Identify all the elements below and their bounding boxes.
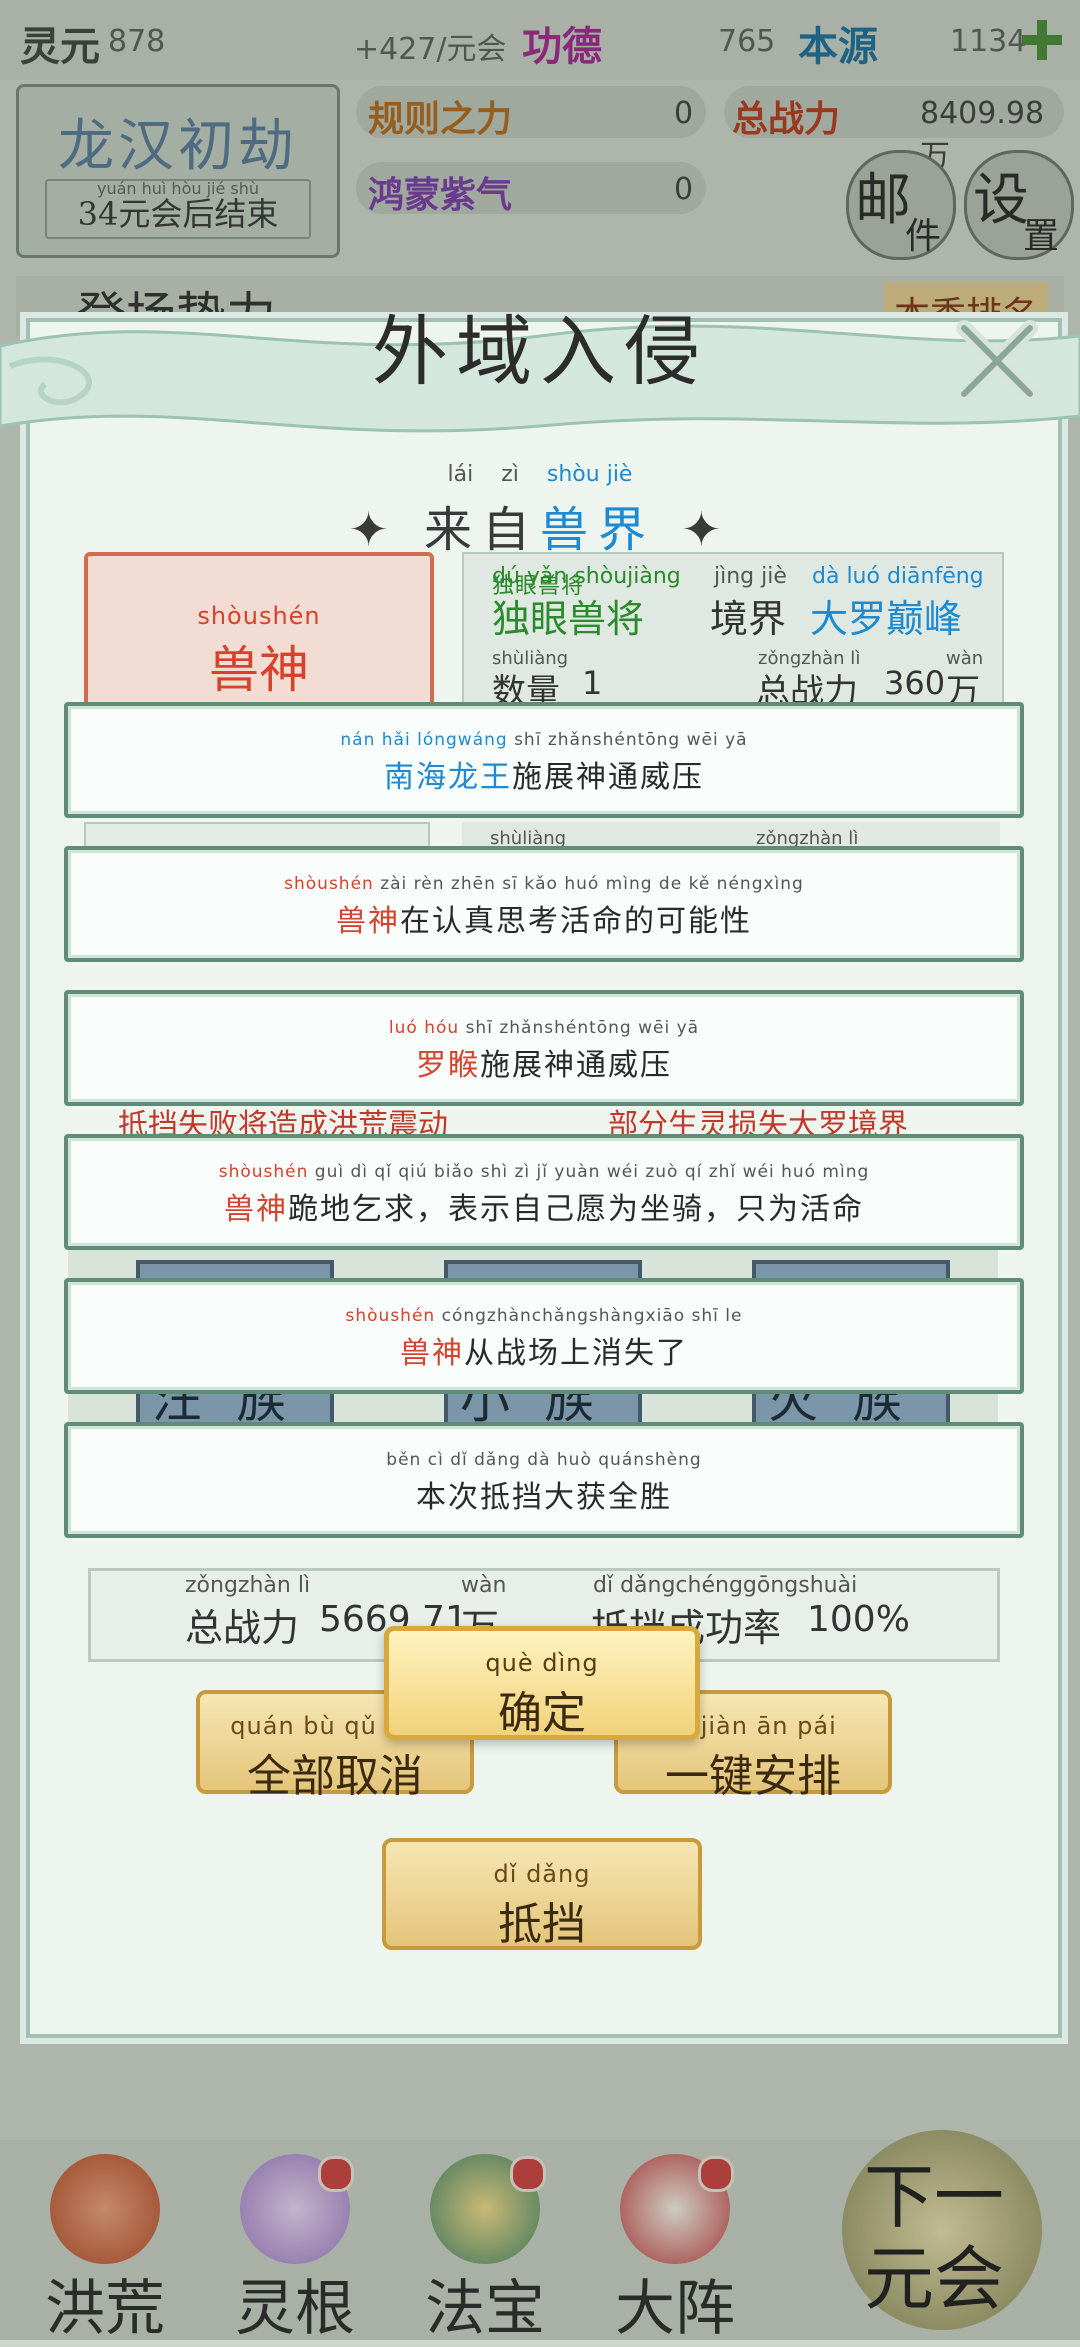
realm-level-pinyin: dà luó diānfēng xyxy=(812,564,984,589)
resist-button[interactable]: dǐ dǎng 抵挡 xyxy=(382,1838,702,1950)
close-icon[interactable] xyxy=(952,316,1042,406)
battle-message: shòushén guì dì qǐ qiú biǎo shì zì jǐ yu… xyxy=(64,1134,1024,1250)
success-rate-value: 100% xyxy=(807,1599,910,1640)
battle-message: luó hóu shī zhǎnshéntōng wēi yā 罗睺施展神通威压 xyxy=(64,990,1024,1106)
confirm-label: 确定 xyxy=(498,1688,586,1739)
invader-info-panel: 独眼兽将 dú yǎn shòujiàng 独眼兽将 jìng jiè 境界 d… xyxy=(462,552,1004,712)
resist-pinyin: dǐ dǎng xyxy=(493,1860,591,1888)
source-text: ✦ 来自兽界 ✦ xyxy=(348,502,732,558)
total-power-unit-pinyin: wàn xyxy=(461,1573,507,1598)
quantity-value: 1 xyxy=(582,664,603,702)
battle-message: běn cì dǐ dǎng dà huò quánshèng 本次抵挡大获全胜 xyxy=(64,1422,1024,1538)
total-power-label: 总战力 xyxy=(185,1606,300,1650)
battle-message: shòushén zài rèn zhēn sī kǎo huó mìng de… xyxy=(64,846,1024,962)
beast-pinyin: shòushén xyxy=(197,602,321,630)
general-pinyin: dú yǎn shòujiàng xyxy=(492,564,681,589)
beast-name: 兽神 xyxy=(209,641,309,699)
invader-source: lái zì shòu jiè ✦ 来自兽界 ✦ xyxy=(0,462,1080,560)
power-value: 360 xyxy=(884,664,946,702)
battle-message: nán hǎi lóngwáng shī zhǎnshéntōng wēi yā… xyxy=(64,702,1024,818)
total-power-pinyin: zǒngzhàn lì xyxy=(185,1573,311,1598)
realm-level: 大罗巅峰 xyxy=(810,597,963,641)
battle-message: shòushén cóngzhànchǎngshàngxiāo shī le 兽… xyxy=(64,1278,1024,1394)
invader-beast-card: shòushén 兽神 xyxy=(84,552,434,710)
confirm-pinyin: què dìng xyxy=(485,1649,599,1677)
resist-label: 抵挡 xyxy=(498,1899,586,1950)
source-pinyin: lái zì shòu jiè xyxy=(447,462,633,487)
general-name: 独眼兽将 xyxy=(492,597,645,641)
realm-label: 境界 xyxy=(710,597,787,641)
confirm-button[interactable]: què dìng 确定 xyxy=(384,1626,700,1740)
cancel-all-label: 全部取消 xyxy=(247,1751,423,1802)
realm-pinyin: jìng jiè xyxy=(714,564,787,589)
success-rate-pinyin: dǐ dǎngchénggōngshuài xyxy=(593,1573,858,1598)
auto-arrange-label: 一键安排 xyxy=(665,1751,841,1802)
dialog-title: 外域入侵 xyxy=(372,307,708,396)
